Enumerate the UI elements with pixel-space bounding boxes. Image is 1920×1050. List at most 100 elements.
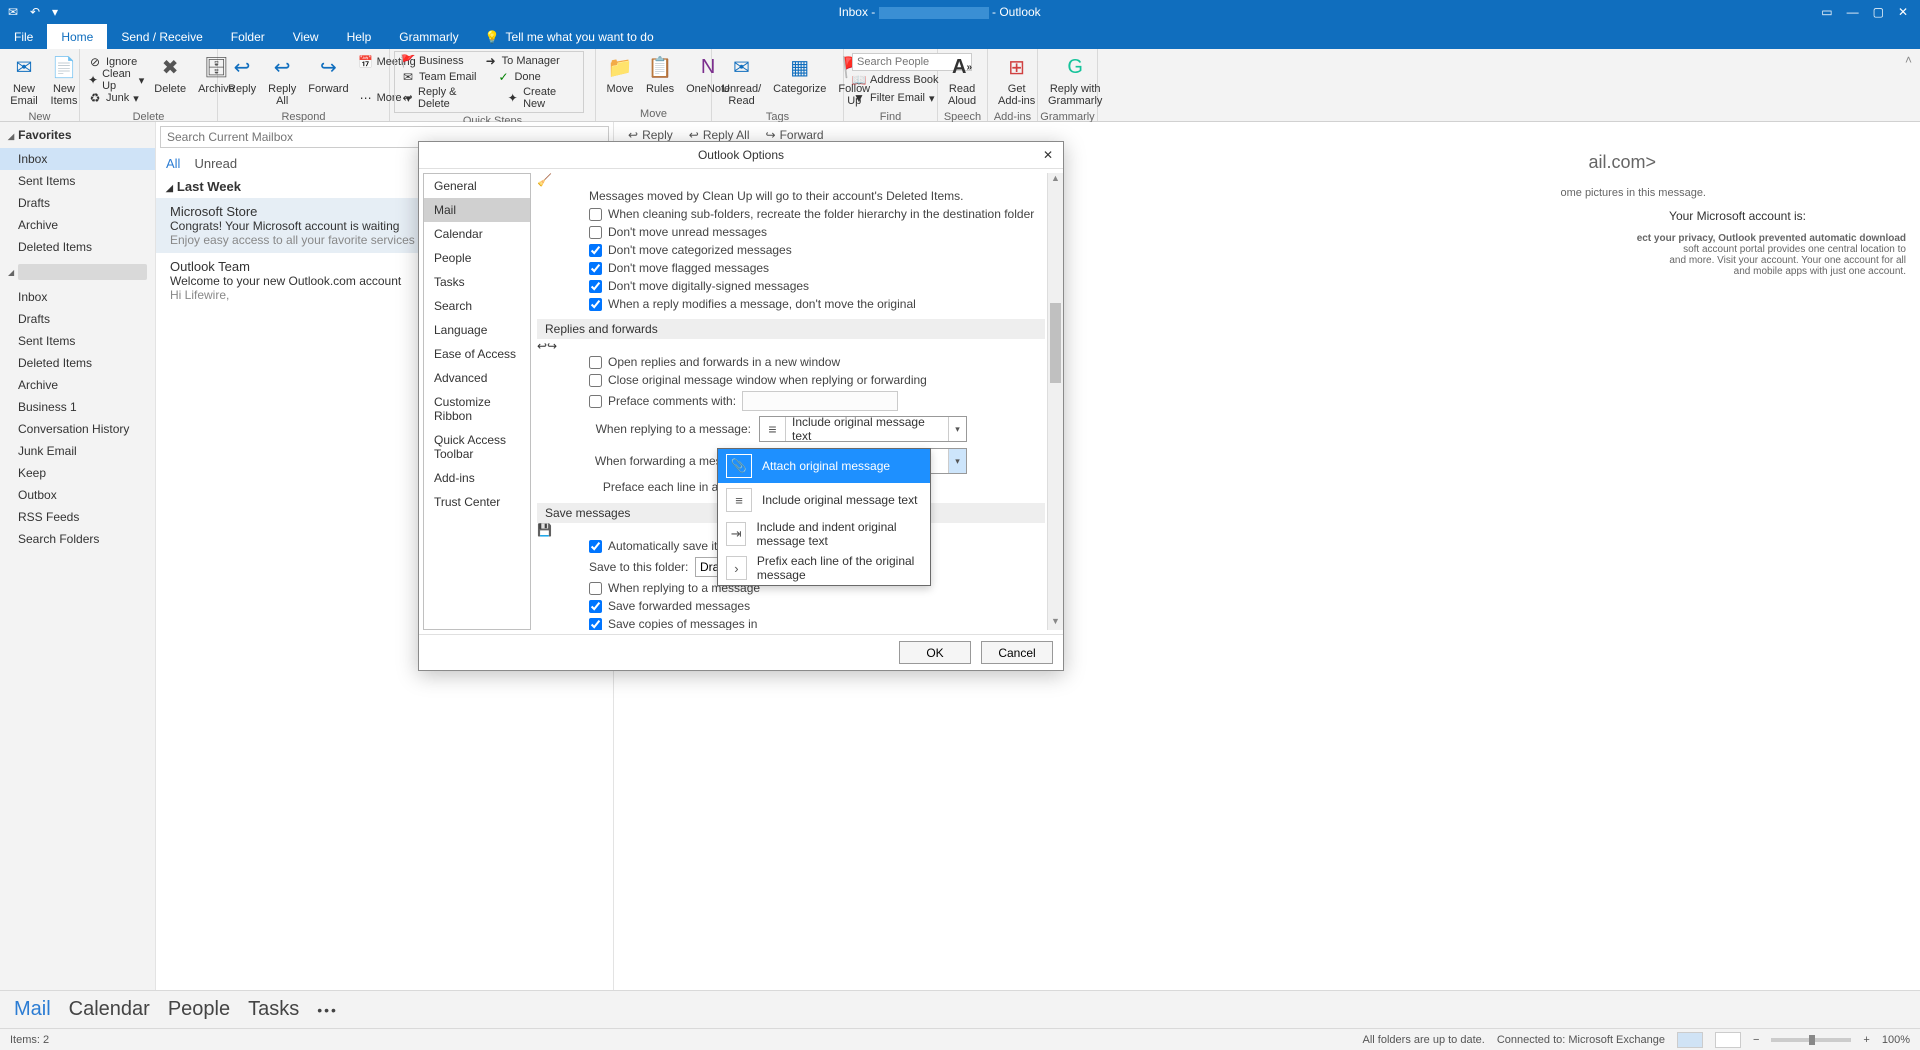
tellme-text[interactable]: Tell me what you want to do — [506, 30, 654, 44]
tab-view[interactable]: View — [279, 24, 333, 49]
dd-attach-original[interactable]: 📎Attach original message — [718, 449, 930, 483]
nav-drafts[interactable]: Drafts — [0, 308, 155, 330]
nav-outbox[interactable]: Outbox — [0, 484, 155, 506]
filter-all[interactable]: All — [166, 156, 180, 171]
nav-keep[interactable]: Keep — [0, 462, 155, 484]
fav-deleted[interactable]: Deleted Items — [0, 236, 155, 258]
chk-dont-move-flagged[interactable] — [589, 262, 602, 275]
chk-auto-save[interactable] — [589, 540, 602, 553]
tab-folder[interactable]: Folder — [217, 24, 279, 49]
cleanup-button[interactable]: ✦Clean Up▾ — [88, 71, 144, 89]
nav-people[interactable]: People — [168, 998, 230, 1021]
tab-home[interactable]: Home — [47, 24, 107, 49]
scrollbar-thumb[interactable] — [1050, 303, 1061, 383]
view-reading-button[interactable] — [1715, 1032, 1741, 1048]
reply-all-button[interactable]: ↩Reply All — [262, 51, 302, 109]
zoom-slider-thumb[interactable] — [1809, 1035, 1815, 1045]
delete-button[interactable]: ✖Delete — [148, 51, 192, 97]
get-addins-button[interactable]: ⊞Get Add-ins — [992, 51, 1041, 109]
rules-button[interactable]: 📋Rules — [640, 51, 680, 97]
chk-recreate-hierarchy[interactable] — [589, 208, 602, 221]
dd-prefix-each-line[interactable]: ›Prefix each line of the original messag… — [718, 551, 930, 585]
nav-archive[interactable]: Archive — [0, 374, 155, 396]
cat-advanced[interactable]: Advanced — [424, 366, 530, 390]
minimize-icon[interactable]: — — [1847, 5, 1859, 19]
cat-addins[interactable]: Add-ins — [424, 466, 530, 490]
reading-forward[interactable]: ↪Forward — [766, 128, 824, 142]
tab-help[interactable]: Help — [333, 24, 386, 49]
undo-icon[interactable]: ↶ — [30, 5, 44, 19]
fav-sent[interactable]: Sent Items — [0, 170, 155, 192]
nav-calendar[interactable]: Calendar — [69, 998, 150, 1021]
combo-when-replying[interactable]: ≡ Include original message text ▾ — [759, 416, 967, 442]
fav-drafts[interactable]: Drafts — [0, 192, 155, 214]
scroll-down-icon[interactable]: ▼ — [1048, 616, 1063, 630]
cat-calendar[interactable]: Calendar — [424, 222, 530, 246]
chk-dont-move-unread[interactable] — [589, 226, 602, 239]
nav-conversation-history[interactable]: Conversation History — [0, 418, 155, 440]
chk-dont-move-categorized[interactable] — [589, 244, 602, 257]
forward-button[interactable]: ↪Forward — [302, 51, 354, 97]
dialog-close-button[interactable]: ✕ — [1039, 146, 1057, 164]
nav-deleted[interactable]: Deleted Items — [0, 352, 155, 374]
nav-search-folders[interactable]: Search Folders — [0, 528, 155, 550]
tab-send-receive[interactable]: Send / Receive — [107, 24, 216, 49]
collapse-ribbon-icon[interactable]: ˄ — [1905, 53, 1912, 67]
nav-inbox[interactable]: Inbox — [0, 286, 155, 308]
cat-general[interactable]: General — [424, 174, 530, 198]
nav-tasks[interactable]: Tasks — [248, 998, 299, 1021]
qs-team-email[interactable]: ✉Team Email — [401, 70, 476, 84]
close-icon[interactable]: ✕ — [1898, 5, 1908, 19]
junk-button[interactable]: ♻Junk▾ — [88, 89, 144, 107]
zoom-out-icon[interactable]: − — [1753, 1034, 1759, 1046]
view-normal-button[interactable] — [1677, 1032, 1703, 1048]
chk-save-copies[interactable] — [589, 618, 602, 631]
qs-to-manager[interactable]: ➜To Manager — [484, 54, 560, 68]
reading-reply-all[interactable]: ↩Reply All — [689, 128, 750, 142]
nav-rss[interactable]: RSS Feeds — [0, 506, 155, 528]
filter-unread[interactable]: Unread — [194, 156, 237, 171]
new-items-button[interactable]: 📄New Items — [44, 51, 84, 109]
cat-mail[interactable]: Mail — [424, 198, 530, 222]
new-email-button[interactable]: ✉New Email — [4, 51, 44, 109]
reply-grammarly-button[interactable]: GReply with Grammarly — [1042, 51, 1108, 109]
nav-junk[interactable]: Junk Email — [0, 440, 155, 462]
chk-save-forwarded[interactable] — [589, 600, 602, 613]
chk-close-original[interactable] — [589, 374, 602, 387]
options-scrollbar[interactable]: ▲ ▼ — [1047, 173, 1063, 630]
zoom-in-icon[interactable]: + — [1863, 1034, 1869, 1046]
chk-open-new-window[interactable] — [589, 356, 602, 369]
scroll-up-icon[interactable]: ▲ — [1048, 173, 1063, 187]
ok-button[interactable]: OK — [899, 641, 971, 664]
cancel-button[interactable]: Cancel — [981, 641, 1053, 664]
qs-reply-delete[interactable]: ↩Reply & Delete — [401, 86, 486, 110]
cat-language[interactable]: Language — [424, 318, 530, 342]
dd-include-text[interactable]: ≡Include original message text — [718, 483, 930, 517]
ribbon-display-icon[interactable]: ▭ — [1821, 5, 1832, 19]
account-header[interactable] — [18, 264, 147, 280]
qs-business[interactable]: 🚩Business — [401, 54, 464, 68]
move-button[interactable]: 📁Move — [600, 51, 640, 97]
cat-trust-center[interactable]: Trust Center — [424, 490, 530, 514]
chk-dont-move-signed[interactable] — [589, 280, 602, 293]
chk-reply-modifies[interactable] — [589, 298, 602, 311]
maximize-icon[interactable]: ▢ — [1873, 5, 1884, 19]
tab-file[interactable]: File — [0, 24, 47, 49]
cat-quick-access-toolbar[interactable]: Quick Access Toolbar — [424, 428, 530, 466]
chk-reply-same-folder[interactable] — [589, 582, 602, 595]
nav-mail[interactable]: Mail — [14, 998, 51, 1021]
cat-customize-ribbon[interactable]: Customize Ribbon — [424, 390, 530, 428]
reading-reply[interactable]: ↩Reply — [628, 128, 673, 142]
favorites-header[interactable]: Favorites — [0, 122, 155, 148]
fav-archive[interactable]: Archive — [0, 214, 155, 236]
nav-business[interactable]: Business 1 — [0, 396, 155, 418]
chk-preface-comments[interactable] — [589, 395, 602, 408]
nav-sent[interactable]: Sent Items — [0, 330, 155, 352]
categorize-button[interactable]: ▦Categorize — [767, 51, 832, 97]
qs-done[interactable]: ✓Done — [496, 70, 540, 84]
cat-people[interactable]: People — [424, 246, 530, 270]
qs-create-new[interactable]: ✦Create New — [506, 86, 577, 110]
unread-read-button[interactable]: ✉Unread/ Read — [716, 51, 767, 109]
date-header[interactable]: Last Week — [177, 179, 241, 194]
cat-ease-of-access[interactable]: Ease of Access — [424, 342, 530, 366]
